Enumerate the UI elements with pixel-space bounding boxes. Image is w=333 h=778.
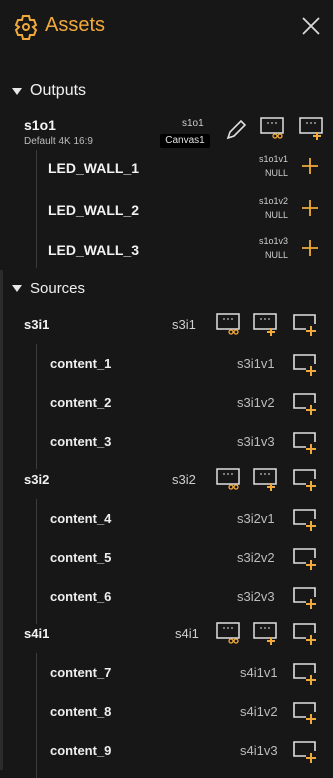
plus-icon[interactable] [300, 238, 320, 258]
scrollbar-track[interactable] [0, 270, 3, 770]
canvas-badge[interactable]: Canvas1 [160, 134, 210, 148]
output-item-name: LED_WALL_1 [48, 160, 140, 176]
plus-icon[interactable] [300, 156, 320, 176]
gear-cog-icon [14, 15, 38, 40]
window-add-icon[interactable] [291, 391, 319, 415]
output-item-value: NULL [264, 250, 288, 260]
window-add-icon[interactable] [291, 507, 319, 531]
output-item-led-wall-1[interactable]: LED_WALL_1 s1o1v1 NULL [36, 150, 326, 190]
source-item-name: content_9 [50, 743, 112, 758]
output-item-name: LED_WALL_2 [48, 202, 140, 218]
source-item-id: s3i2v1 [237, 511, 275, 526]
window-add-icon[interactable] [291, 546, 319, 570]
source-item-id: s4i1v2 [240, 704, 278, 719]
output-item-led-wall-2[interactable]: LED_WALL_2 s1o1v2 NULL [36, 192, 326, 232]
screen-add-icon[interactable] [252, 312, 280, 336]
source-item-name: content_2 [50, 395, 112, 410]
screen-add-icon[interactable] [252, 621, 280, 645]
close-icon[interactable] [300, 15, 322, 37]
screen-split-icon[interactable] [259, 116, 287, 140]
output-item-name: LED_WALL_3 [48, 242, 140, 258]
source-item-id: s3i2v3 [237, 589, 275, 604]
window-add-icon[interactable] [291, 661, 319, 685]
source-group-name[interactable]: s3i1 [24, 317, 49, 332]
source-item-id: s4i1v3 [240, 743, 278, 758]
source-group-name[interactable]: s4i1 [24, 626, 49, 641]
screen-split-icon[interactable] [215, 467, 243, 491]
source-group-id: s4i1 [175, 626, 199, 641]
source-item-name: content_8 [50, 704, 112, 719]
source-item-id: s3i1v2 [237, 395, 275, 410]
output-id: s1o1 [182, 118, 204, 129]
screen-add-icon[interactable] [298, 116, 326, 140]
source-item-name: content_1 [50, 356, 112, 371]
source-group-id: s3i1 [172, 317, 196, 332]
plus-icon[interactable] [300, 198, 320, 218]
output-item-id: s1o1v2 [258, 196, 288, 206]
window-add-icon[interactable] [291, 352, 319, 376]
panel-title: Assets [45, 14, 106, 36]
pencil-icon[interactable] [222, 118, 250, 142]
output-item-led-wall-3[interactable]: LED_WALL_3 s1o1v3 NULL [36, 232, 326, 272]
window-add-icon[interactable] [291, 312, 319, 336]
screen-add-icon[interactable] [252, 467, 280, 491]
screen-split-icon[interactable] [215, 312, 243, 336]
source-group-name[interactable]: s3i2 [24, 472, 49, 487]
source-item-id: s4i1v1 [240, 665, 278, 680]
window-add-icon[interactable] [291, 467, 319, 491]
window-add-icon[interactable] [291, 739, 319, 763]
source-item-id: s3i1v3 [237, 434, 275, 449]
window-add-icon[interactable] [291, 585, 319, 609]
output-item-id: s1o1v3 [258, 236, 288, 246]
panel-header: Assets [0, 0, 333, 56]
source-item-name: content_7 [50, 665, 112, 680]
output-item-value: NULL [264, 168, 288, 178]
window-add-icon[interactable] [291, 621, 319, 645]
outputs-section-toggle[interactable]: Outputs [12, 82, 86, 100]
output-description: Default 4K 16:9 [24, 136, 93, 147]
source-item-id: s3i1v1 [237, 356, 275, 371]
source-item-name: content_6 [50, 589, 112, 604]
chevron-down-icon [12, 87, 22, 95]
output-item-id: s1o1v1 [258, 154, 288, 164]
chevron-down-icon [12, 285, 22, 292]
window-add-icon[interactable] [291, 700, 319, 724]
outputs-section-label: Outputs [30, 82, 87, 99]
screen-split-icon[interactable] [215, 621, 243, 645]
source-group-id: s3i2 [172, 472, 196, 487]
output-item-value: NULL [264, 210, 288, 220]
window-add-icon[interactable] [291, 430, 319, 454]
output-name[interactable]: s1o1 [24, 117, 56, 133]
source-item-name: content_3 [50, 434, 112, 449]
source-item-name: content_4 [50, 511, 112, 526]
sources-section-label: Sources [30, 280, 86, 297]
source-item-id: s3i2v2 [237, 550, 275, 565]
source-item-name: content_5 [50, 550, 112, 565]
sources-section-toggle[interactable]: Sources [12, 280, 85, 297]
